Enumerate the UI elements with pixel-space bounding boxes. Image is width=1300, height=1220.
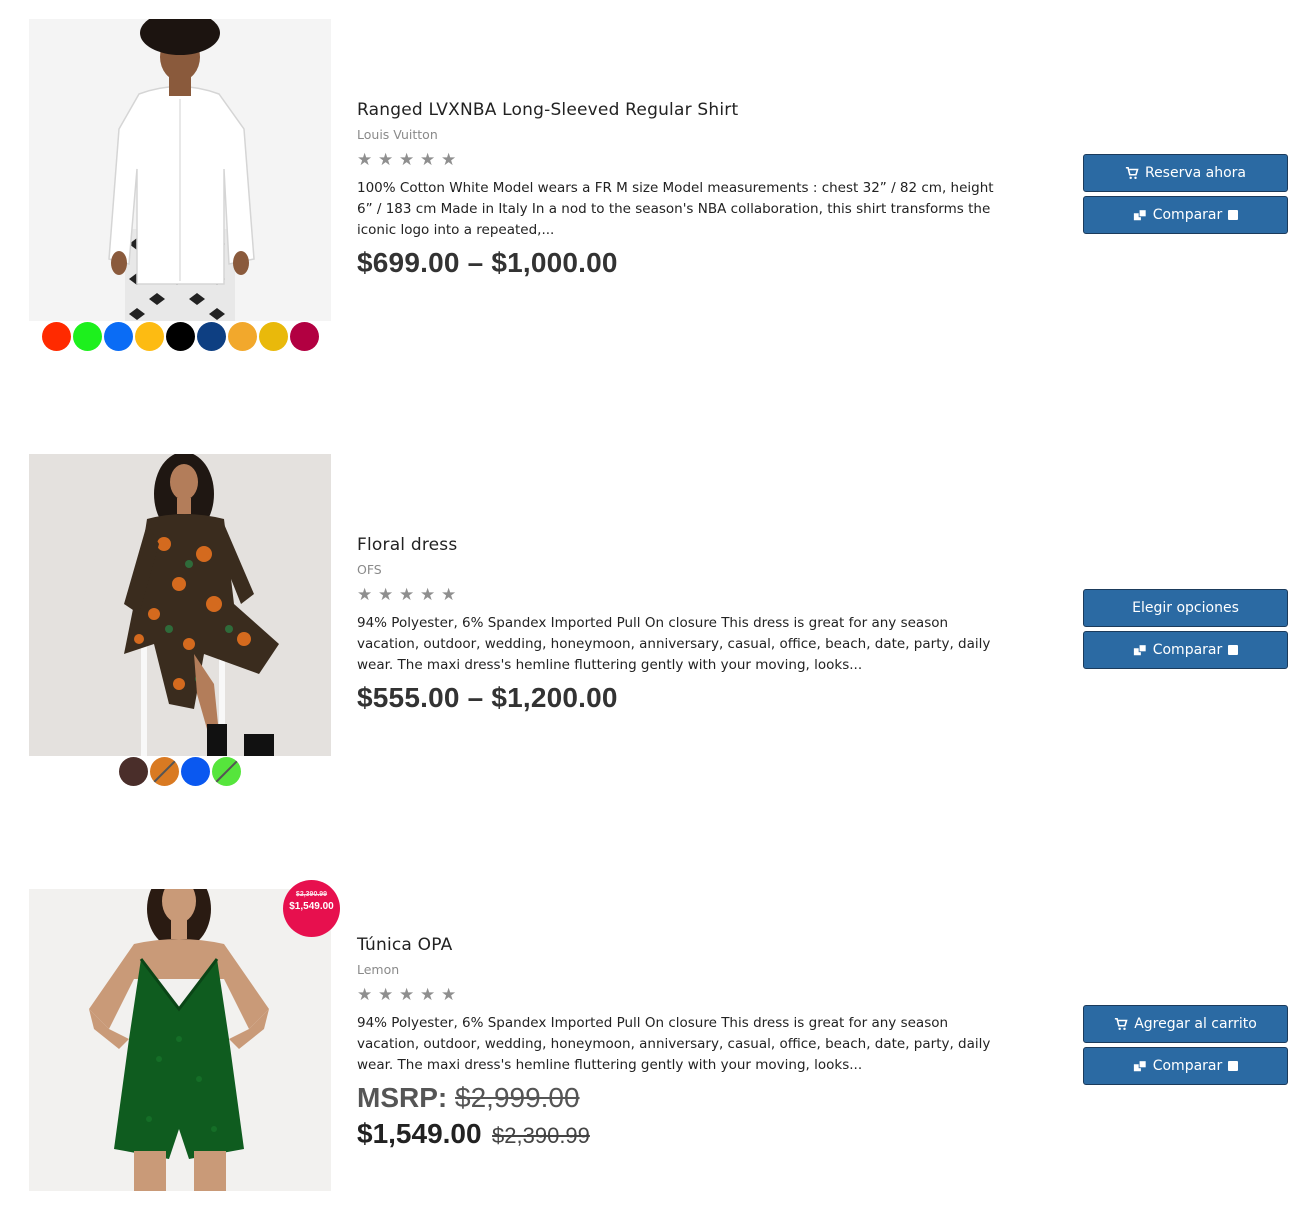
sale-badge: $2,390.99 $1,549.00 — [283, 880, 340, 937]
rating-stars: ★ ★ ★ ★ ★ — [357, 152, 1007, 169]
color-swatch[interactable] — [196, 322, 226, 351]
color-swatches — [29, 322, 331, 351]
checkbox-icon[interactable] — [1228, 645, 1239, 655]
product-description: 100% Cotton White Model wears a FR M siz… — [357, 180, 994, 238]
product-card-1: Ranged LVXNBA Long-Sleeved Regular Shirt… — [0, 0, 1300, 400]
color-swatch[interactable] — [212, 757, 241, 786]
shirt-model-illustration — [108, 19, 255, 321]
star-icon: ★ — [357, 585, 373, 605]
color-swatch[interactable] — [227, 322, 257, 351]
choose-options-button[interactable]: Elegir opciones — [1083, 589, 1288, 627]
product-brand[interactable]: OFS — [357, 562, 1007, 577]
sale-price-line: $1,549.00 $2,390.99 — [357, 1118, 1007, 1150]
product-info: Floral dress OFS ★ ★ ★ ★ ★ 94% Polyester… — [357, 535, 1007, 714]
color-swatch[interactable] — [72, 322, 102, 351]
price-range: $555.00 – $1,200.00 — [357, 682, 618, 713]
sale-badge-new-price: $1,549.00 — [289, 901, 334, 912]
star-icon: ★ — [420, 985, 436, 1005]
reserve-now-button[interactable]: Reserva ahora — [1083, 154, 1288, 192]
product-brand[interactable]: Lemon — [357, 962, 1007, 977]
price-range: $699.00 – $1,000.00 — [357, 247, 618, 278]
star-icon: ★ — [441, 150, 457, 170]
star-icon: ★ — [378, 985, 394, 1005]
regular-price: $2,390.99 — [492, 1123, 590, 1148]
compare-button[interactable]: Comparar — [1083, 1047, 1288, 1085]
product-description: 94% Polyester, 6% Spandex Imported Pull … — [357, 1015, 991, 1073]
floral-dress-illustration — [124, 454, 279, 756]
sale-price: $1,549.00 — [357, 1118, 482, 1149]
sale-badge-old-price: $2,390.99 — [295, 891, 328, 898]
product-title[interactable]: Ranged LVXNBA Long-Sleeved Regular Shirt — [357, 100, 1007, 120]
color-swatch[interactable] — [150, 757, 179, 786]
product-actions: Agregar al carrito Comparar — [1083, 1005, 1288, 1089]
choose-options-label: Elegir opciones — [1132, 600, 1239, 616]
cart-icon — [1125, 166, 1139, 180]
compare-icon — [1133, 644, 1147, 656]
star-icon: ★ — [399, 150, 415, 170]
star-icon: ★ — [357, 985, 373, 1005]
star-icon: ★ — [378, 150, 394, 170]
product-actions: Elegir opciones Comparar — [1083, 589, 1288, 673]
product-description: 94% Polyester, 6% Spandex Imported Pull … — [357, 615, 991, 673]
product-image-tunic[interactable] — [29, 889, 331, 1191]
compare-label: Comparar — [1152, 642, 1223, 658]
color-swatch[interactable] — [134, 322, 164, 351]
product-image-floral-dress[interactable] — [29, 454, 331, 756]
green-romper-illustration — [89, 889, 269, 1191]
reserve-now-label: Reserva ahora — [1144, 165, 1247, 181]
color-swatch[interactable] — [258, 322, 288, 351]
checkbox-icon[interactable] — [1228, 210, 1239, 220]
star-icon: ★ — [378, 585, 394, 605]
star-icon: ★ — [399, 985, 415, 1005]
star-icon: ★ — [357, 150, 373, 170]
cart-icon — [1115, 1017, 1128, 1031]
color-swatch[interactable] — [119, 757, 148, 786]
color-swatches — [29, 757, 331, 786]
msrp-price: MSRP: $2,999.00 — [357, 1082, 1007, 1114]
add-to-cart-label: Agregar al carrito — [1134, 1016, 1257, 1032]
star-icon: ★ — [420, 585, 436, 605]
rating-stars: ★ ★ ★ ★ ★ — [357, 987, 1007, 1004]
checkbox-icon[interactable] — [1228, 1061, 1239, 1071]
color-swatch[interactable] — [165, 322, 195, 351]
compare-button[interactable]: Comparar — [1083, 631, 1288, 669]
product-card-2: Floral dress OFS ★ ★ ★ ★ ★ 94% Polyester… — [0, 435, 1300, 835]
add-to-cart-button[interactable]: Agregar al carrito — [1083, 1005, 1288, 1043]
compare-label: Comparar — [1152, 1058, 1223, 1074]
star-icon: ★ — [399, 585, 415, 605]
msrp-value: $2,999.00 — [455, 1082, 580, 1113]
color-swatch[interactable] — [103, 322, 133, 351]
msrp-label: MSRP: — [357, 1082, 448, 1113]
product-title[interactable]: Floral dress — [357, 535, 1007, 555]
compare-icon — [1133, 1060, 1147, 1072]
product-actions: Reserva ahora Comparar — [1083, 154, 1288, 238]
product-info: Túnica OPA Lemon ★ ★ ★ ★ ★ 94% Polyester… — [357, 935, 1007, 1150]
star-icon: ★ — [441, 985, 457, 1005]
color-swatch[interactable] — [289, 322, 319, 351]
color-swatch[interactable] — [41, 322, 71, 351]
star-icon: ★ — [441, 585, 457, 605]
product-info: Ranged LVXNBA Long-Sleeved Regular Shirt… — [357, 100, 1007, 279]
product-card-3: $2,390.99 $1,549.00 Túnica OPA Lemon ★ ★… — [0, 870, 1300, 1220]
product-image-shirt[interactable] — [29, 19, 331, 321]
compare-label: Comparar — [1152, 207, 1223, 223]
product-title[interactable]: Túnica OPA — [357, 935, 1007, 955]
compare-icon — [1133, 209, 1147, 221]
star-icon: ★ — [420, 150, 436, 170]
product-brand[interactable]: Louis Vuitton — [357, 127, 1007, 142]
color-swatch[interactable] — [181, 757, 210, 786]
rating-stars: ★ ★ ★ ★ ★ — [357, 587, 1007, 604]
compare-button[interactable]: Comparar — [1083, 196, 1288, 234]
